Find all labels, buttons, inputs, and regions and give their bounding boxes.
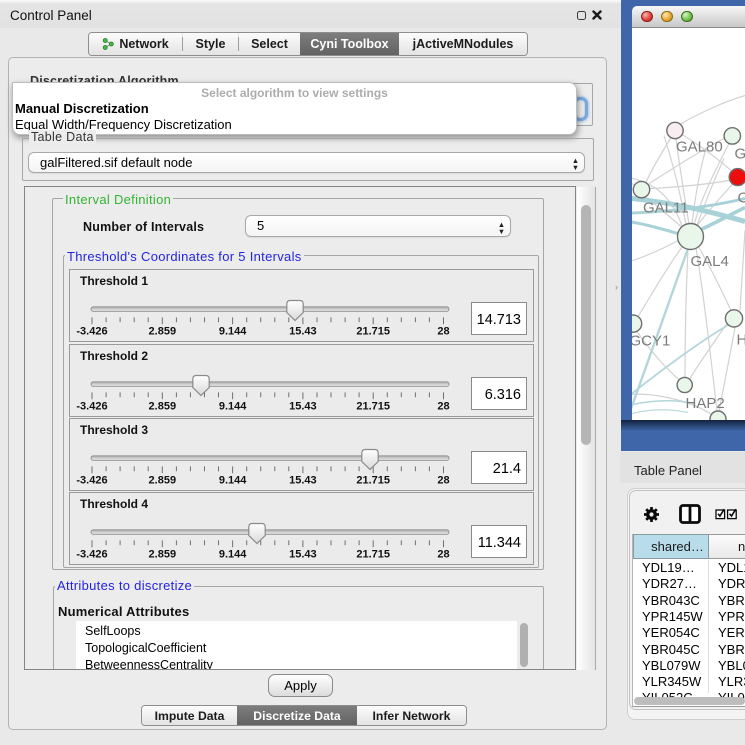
svg-text:9.144: 9.144 <box>219 401 247 413</box>
svg-text:28: 28 <box>437 549 449 561</box>
svg-text:21.715: 21.715 <box>356 401 390 413</box>
svg-text:15.43: 15.43 <box>289 401 317 413</box>
svg-text:15.43: 15.43 <box>289 326 317 338</box>
svg-text:2.859: 2.859 <box>149 549 177 561</box>
svg-text:28: 28 <box>437 401 449 413</box>
svg-text:-3.426: -3.426 <box>76 401 107 413</box>
svg-text:GAL4: GAL4 <box>691 253 729 270</box>
svg-text:GAL80: GAL80 <box>676 138 723 155</box>
svg-text:H: H <box>737 331 745 348</box>
svg-text:GA: GA <box>735 145 745 162</box>
svg-text:C: C <box>738 189 745 206</box>
svg-text:9.144: 9.144 <box>219 326 247 338</box>
svg-text:28: 28 <box>437 326 449 338</box>
svg-text:HAP2: HAP2 <box>686 395 725 412</box>
svg-text:15.43: 15.43 <box>289 475 317 487</box>
svg-text:GCY1: GCY1 <box>632 332 670 349</box>
svg-text:2.859: 2.859 <box>149 475 177 487</box>
svg-text:-3.426: -3.426 <box>76 475 107 487</box>
svg-text:-3.426: -3.426 <box>76 549 107 561</box>
svg-text:28: 28 <box>437 475 449 487</box>
svg-text:GAL11: GAL11 <box>643 199 689 216</box>
svg-text:21.715: 21.715 <box>356 549 390 561</box>
svg-text:15.43: 15.43 <box>289 549 317 561</box>
svg-text:9.144: 9.144 <box>219 475 247 487</box>
svg-text:2.859: 2.859 <box>149 326 177 338</box>
svg-text:2.859: 2.859 <box>149 401 177 413</box>
svg-text:9.144: 9.144 <box>219 549 247 561</box>
svg-text:21.715: 21.715 <box>356 475 390 487</box>
svg-text:-3.426: -3.426 <box>76 326 107 338</box>
svg-text:21.715: 21.715 <box>356 326 390 338</box>
